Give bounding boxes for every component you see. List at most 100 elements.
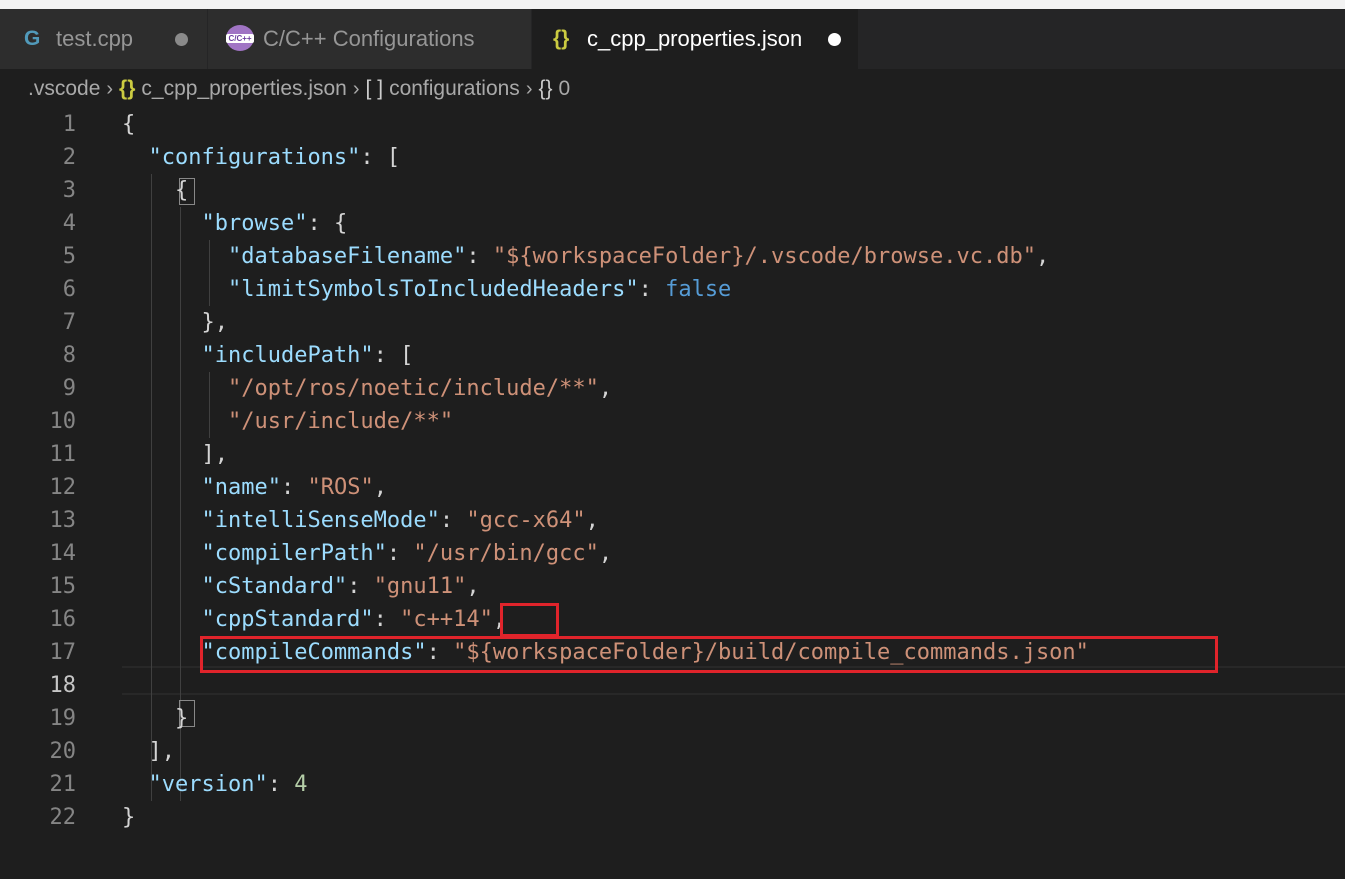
breadcrumb-folder[interactable]: .vscode [28,77,100,101]
line-number: 15 [49,574,77,599]
code-token: "c++14" [400,607,493,632]
line-number: 5 [62,244,76,269]
breadcrumb-array[interactable]: configurations [389,77,520,101]
tab-label: C/C++ Configurations [263,26,475,51]
code-token: : [347,574,374,599]
code-line[interactable]: "configurations": [ [122,141,401,174]
code-token: } [122,706,189,731]
line-number: 1 [62,112,76,137]
code-line[interactable]: "name": "ROS", [122,471,387,504]
code-token: "limitSymbolsToIncludedHeaders" [227,277,639,302]
line-number: 7 [62,310,76,335]
code-token: ], [122,739,175,764]
json-file-icon: {} [119,77,136,100]
code-line[interactable]: "/usr/include/**" [122,405,453,438]
code-line[interactable]: "cStandard": "gnu11", [122,570,480,603]
chevron-right-icon: › [525,77,533,100]
code-editor[interactable]: 1{2 "configurations": [3 {4 "browse": {5… [0,108,1345,879]
breadcrumb-object[interactable]: 0 [559,77,571,101]
line-number: 8 [62,343,76,368]
breadcrumb-file[interactable]: c_cpp_properties.json [141,77,346,101]
code-line[interactable]: { [122,108,135,141]
code-token: : { [307,211,348,236]
code-token: : [638,277,666,302]
code-line[interactable]: "includePath": [ [122,339,413,372]
code-token: { [122,178,189,203]
code-token: , [1035,244,1050,269]
line-number: 3 [62,178,76,203]
line-number: 2 [62,145,76,170]
code-token: , [598,376,613,401]
code-token: : [386,541,414,566]
code-token: "intelliSenseMode" [201,508,440,533]
line-number: 21 [49,772,77,797]
code-token: : [466,244,493,269]
line-number: 19 [49,706,77,731]
line-number: 22 [49,805,77,830]
code-line[interactable]: { [122,174,188,207]
code-token: "gcc-x64" [466,508,586,533]
tab-cpp-configurations[interactable]: C/C++ C/C++ Configurations [208,9,531,69]
code-token: "${workspaceFolder}/.vscode/browse.vc.db… [492,244,1036,269]
code-line[interactable]: "limitSymbolsToIncludedHeaders": false [122,273,731,306]
breadcrumb: .vscode › {} c_cpp_properties.json › [ ]… [28,74,570,104]
window-top-strip [0,0,1345,9]
code-token: : [439,508,467,533]
annotation-box-cpp-standard [500,603,559,637]
code-line[interactable]: "version": 4 [122,768,308,801]
code-line[interactable]: "databaseFilename": "${workspaceFolder}/… [122,240,1049,273]
code-line[interactable]: } [122,801,135,834]
code-token: 4 [294,772,308,797]
code-line[interactable]: "/opt/ros/noetic/include/**", [122,372,612,405]
code-token: { [122,112,136,137]
code-line[interactable]: ], [122,438,228,471]
code-token: : [267,772,295,797]
code-token: "gnu11" [373,574,467,599]
code-token: "includePath" [201,343,374,368]
code-line[interactable]: "compilerPath": "/usr/bin/gcc", [122,537,612,570]
line-number: 14 [49,541,77,566]
unsaved-dot-icon[interactable] [175,33,188,46]
code-line[interactable]: "intelliSenseMode": "gcc-x64", [122,504,599,537]
tab-label: c_cpp_properties.json [587,26,803,51]
tab-test-cpp[interactable]: G test.cpp [0,9,207,69]
code-line[interactable]: } [122,702,188,735]
unsaved-dot-icon[interactable] [828,33,841,46]
code-token: "configurations" [148,145,361,170]
line-number: 13 [49,508,77,533]
code-token: "/usr/bin/gcc" [413,541,599,566]
code-token: , [585,508,599,533]
tab-c-cpp-properties-json[interactable]: {} c_cpp_properties.json [532,9,858,69]
code-token: , [466,574,480,599]
code-token: "browse" [201,211,308,236]
code-token: }, [122,310,228,335]
line-number: 9 [62,376,76,401]
code-token: : [280,475,308,500]
code-token: "cppStandard" [201,607,374,632]
code-token: : [ [373,343,414,368]
cpp-config-icon: C/C++ [226,25,254,51]
code-token: , [373,475,387,500]
tab-label: test.cpp [56,26,134,51]
line-number: 4 [62,211,76,236]
json-file-icon: {} [553,27,570,50]
code-token: "/opt/ros/noetic/include/**" [227,376,599,401]
code-line[interactable]: ], [122,735,175,768]
code-line[interactable]: "cppStandard": "c++14", [122,603,506,636]
code-line[interactable]: "browse": { [122,207,347,240]
code-line[interactable]: }, [122,306,228,339]
line-number: 18 [49,673,77,698]
code-token: "compilerPath" [201,541,387,566]
editor-tab-bar: G test.cpp C/C++ C/C++ Configurations {}… [0,9,1345,69]
code-token: "name" [201,475,281,500]
